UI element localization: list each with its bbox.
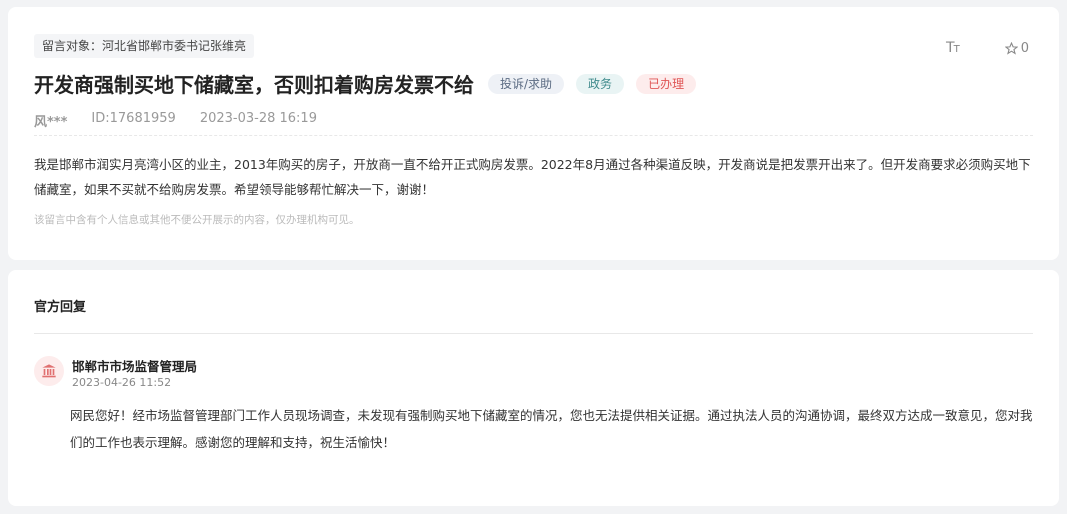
message-meta: 风*** ID:17681959 2023-03-28 16:19 [34, 111, 341, 130]
message-title: 开发商强制买地下储藏室，否则扣着购房发票不给 [34, 73, 474, 97]
meta-divider [34, 135, 1033, 136]
reply-section-title: 官方回复 [34, 300, 87, 315]
author-name: 风*** [34, 115, 68, 130]
reply-time: 2023-04-26 11:52 [72, 376, 172, 389]
message-card: 留言对象：河北省邯郸市委书记张维亮 TT 0 开发商强制买地下储藏室，否则扣着购… [8, 7, 1059, 260]
title-row: 开发商强制买地下储藏室，否则扣着购房发票不给 投诉/求助 政务 已办理 [34, 69, 697, 98]
org-name: 邯郸市市场监督管理局 [72, 359, 198, 374]
font-size-button[interactable]: TT [946, 40, 960, 56]
reply-content: 网民您好！经市场监督管理部门工作人员现场调查，未发现有强制购买地下储藏室的情况，… [70, 408, 1033, 450]
tag-type[interactable]: 投诉/求助 [488, 73, 565, 94]
message-tools: TT 0 [946, 40, 1029, 56]
message-time: 2023-03-28 16:19 [199, 111, 317, 126]
message-content: 我是邯郸市润实月亮湾小区的业主，2013年购买的房子，开放商一直不给开正式购房发… [34, 157, 1031, 197]
favorite-count: 0 [1020, 40, 1029, 56]
message-target: 留言对象：河北省邯郸市委书记张维亮 [34, 34, 255, 58]
privacy-note: 该留言中含有个人信息或其他不便公开展示的内容，仅办理机构可见。 [34, 214, 360, 226]
star-icon [1004, 41, 1018, 55]
tag-area[interactable]: 政务 [576, 73, 625, 94]
reply-card: 官方回复 邯郸市市场监督管理局 2023-04-26 11:52 网民您好！经市… [8, 270, 1059, 506]
message-id: ID:17681959 [91, 111, 176, 126]
government-building-icon [42, 364, 56, 378]
font-size-icon: TT [946, 40, 960, 56]
favorite-button[interactable]: 0 [1004, 40, 1029, 56]
reply-divider [34, 333, 1033, 334]
status-badge: 已办理 [636, 73, 697, 94]
org-avatar [34, 356, 64, 386]
